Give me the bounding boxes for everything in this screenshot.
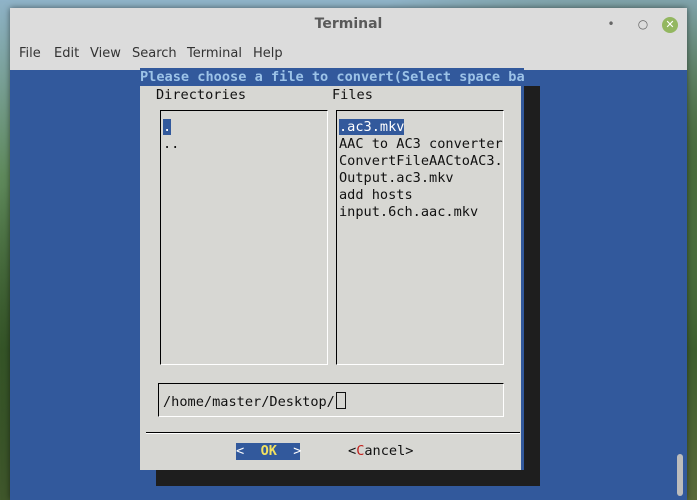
file-item[interactable]: AAC to AC3 converter: [339, 136, 503, 153]
file-item-label: AAC to AC3 converter: [339, 136, 503, 152]
files-list[interactable]: .ac3.mkv AAC to AC3 converter ConvertFileA…: [336, 110, 504, 365]
dialog-shadow: [156, 470, 540, 486]
files-label: Files: [332, 87, 373, 103]
directories-label: Directories: [156, 87, 247, 103]
button-divider-highlight: [146, 433, 520, 434]
terminal-content[interactable]: Directories Files ... .ac3.mkv AAC to AC3…: [10, 68, 687, 500]
file-item[interactable]: Output.ac3.mkv: [339, 170, 454, 187]
dialog-shadow: [524, 86, 540, 470]
file-item[interactable]: add hosts: [339, 187, 413, 204]
maximize-icon[interactable]: ○: [634, 15, 652, 33]
menu-help[interactable]: Help: [253, 46, 283, 61]
menu-edit[interactable]: Edit: [54, 46, 79, 61]
file-item-label: input.6ch.aac.mkv: [339, 204, 479, 220]
scrollbar-thumb[interactable]: [677, 454, 683, 496]
file-item-label: .ac3.mkv: [339, 119, 405, 135]
file-item[interactable]: .ac3.mkv: [339, 119, 405, 136]
cancel-button[interactable]: <Cancel>: [348, 443, 413, 460]
menu-bar: File Edit View Search Terminal Help: [10, 40, 687, 71]
path-input[interactable]: /home/master/Desktop/: [158, 383, 504, 417]
ok-bracket-left: <: [236, 443, 261, 459]
menu-terminal[interactable]: Terminal: [187, 46, 242, 61]
menu-file[interactable]: File: [19, 46, 41, 61]
path-value: /home/master/Desktop/: [163, 394, 335, 410]
directory-item-label: ..: [163, 136, 180, 152]
cancel-bracket-left: <: [348, 443, 357, 459]
text-cursor: [335, 392, 346, 409]
terminal-window: Terminal • ○ ✕ File Edit View Search Ter…: [10, 8, 687, 500]
file-item-label: Output.ac3.mkv: [339, 170, 454, 186]
file-select-dialog: Directories Files ... .ac3.mkv AAC to AC3…: [140, 70, 521, 470]
directory-item[interactable]: .: [163, 119, 172, 136]
dialog-title: Please choose a file to convert(Select s…: [140, 68, 524, 86]
directories-list[interactable]: ...: [160, 110, 328, 365]
menu-view[interactable]: View: [90, 46, 121, 61]
ok-button[interactable]: < OK >: [236, 443, 302, 460]
file-item-label: add hosts: [339, 187, 413, 203]
title-bar[interactable]: Terminal • ○ ✕: [10, 8, 687, 40]
directory-item[interactable]: ..: [163, 136, 179, 153]
file-item[interactable]: ConvertFileAACtoAC3.: [339, 153, 503, 170]
menu-search[interactable]: Search: [132, 46, 177, 61]
minimize-icon[interactable]: •: [602, 15, 620, 33]
file-item[interactable]: input.6ch.aac.mkv: [339, 204, 478, 221]
close-icon[interactable]: ✕: [662, 17, 678, 33]
cancel-label-rest: ancel>: [364, 443, 414, 459]
ok-bracket-right: >: [276, 443, 302, 459]
ok-label: OK: [260, 443, 277, 459]
file-item-label: ConvertFileAACtoAC3.: [339, 153, 503, 169]
directory-item-label: .: [163, 119, 172, 135]
window-title: Terminal: [314, 16, 383, 32]
